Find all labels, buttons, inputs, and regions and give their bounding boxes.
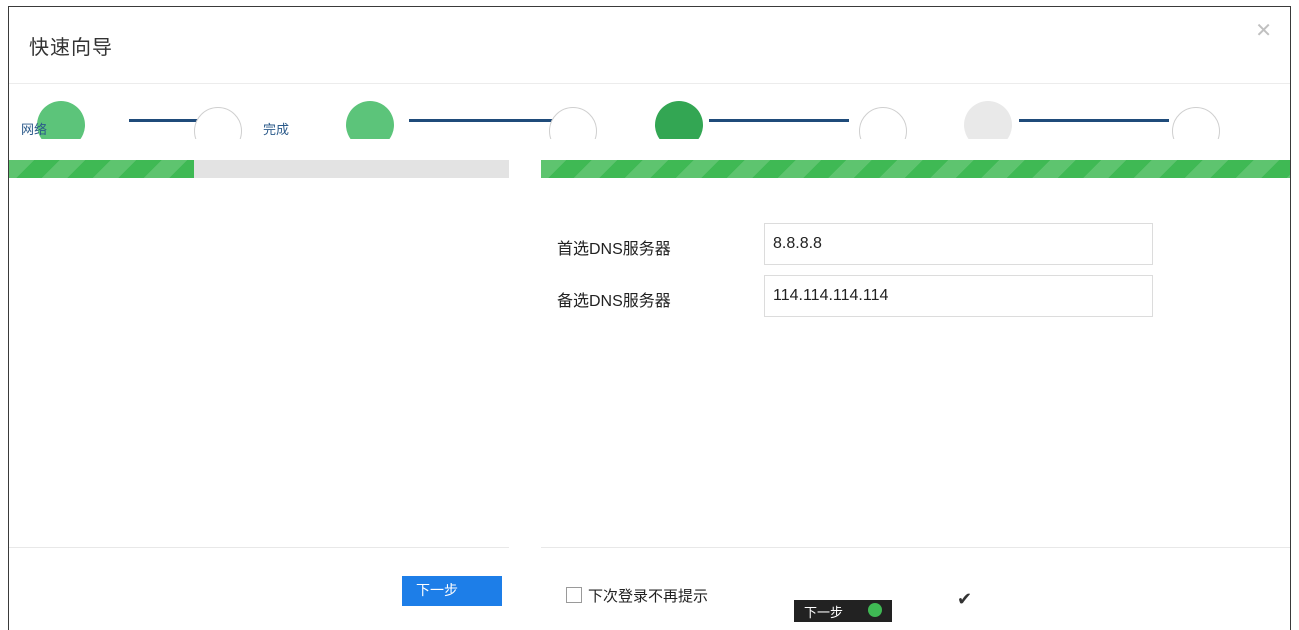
check-icon: ✔ [957,589,973,609]
progress-fill-left [9,160,194,178]
step-2-label: 完成 [263,122,290,137]
title-divider [9,83,1290,84]
dialog-title: 快速向导 [29,37,113,59]
step-connector [709,119,849,122]
progress-bar-left [9,160,509,178]
progress-fill-right [541,160,1290,178]
arrow-circle-icon [868,603,882,617]
step-connector [409,119,559,122]
secondary-dns-row: 备选DNS服务器 [557,275,1157,319]
column-gap [509,147,541,630]
step-connector [1019,119,1169,122]
step-glitch-mask [9,139,1290,153]
footer-divider [9,547,509,548]
secondary-dns-input[interactable] [764,275,1153,317]
quick-wizard-dialog: 快速向导 ✕ 网络 完成 首选DNS服务器 备选DNS服务器 [8,6,1291,630]
step-glitch-mask [9,97,1290,100]
next-button[interactable]: 下一步 [402,576,502,606]
dont-show-again-option[interactable]: 下次登录不再提示 [566,585,786,605]
primary-dns-row: 首选DNS服务器 [557,223,1157,267]
progress-bar-right [541,160,1290,178]
primary-dns-input[interactable] [764,223,1153,265]
footer-divider [541,547,1290,548]
dont-show-checkbox[interactable] [566,587,582,603]
wizard-steps: 网络 完成 [9,97,1290,153]
dont-show-label: 下次登录不再提示 [588,588,709,605]
next-step-label: 下一步 [804,605,844,620]
step-1-label: 网络 [21,122,48,137]
next-step-button[interactable]: 下一步 [794,600,892,622]
primary-dns-label: 首选DNS服务器 [557,241,671,258]
close-icon[interactable]: ✕ [1255,21,1272,41]
secondary-dns-label: 备选DNS服务器 [557,293,671,310]
